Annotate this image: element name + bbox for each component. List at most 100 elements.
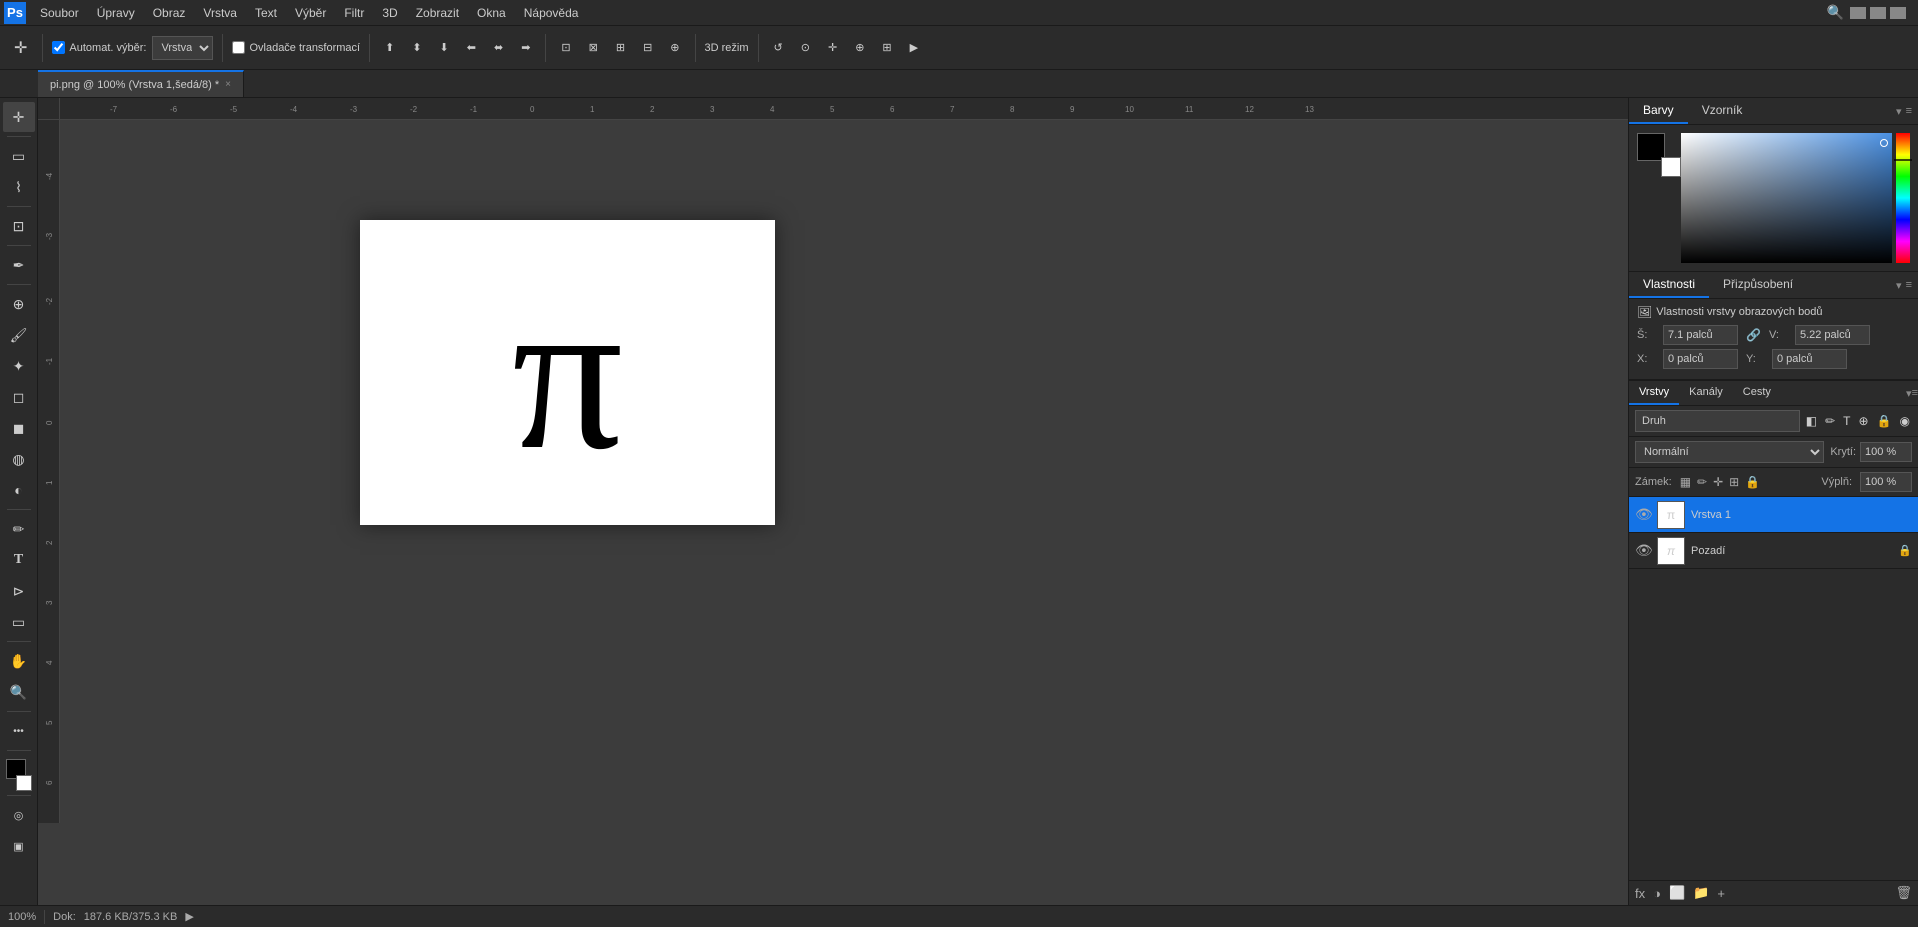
more-tools-btn[interactable]: ••• <box>3 716 35 746</box>
bg-color-preview[interactable] <box>1661 157 1681 177</box>
lock-artboard-btn[interactable]: ⊞ <box>1729 475 1739 489</box>
tab-prizpusobeni[interactable]: Přizpůsobení <box>1709 272 1807 298</box>
3d-pan-btn[interactable]: ✛ <box>822 38 843 57</box>
window-restore-btn[interactable] <box>1870 7 1886 19</box>
dodge-tool[interactable]: ◐ <box>3 475 35 505</box>
add-folder-btn[interactable]: 📁 <box>1693 885 1709 901</box>
align-top-btn[interactable]: ⬆ <box>379 38 400 57</box>
layers-search-input[interactable] <box>1635 410 1800 432</box>
distribute-3-btn[interactable]: ⊞ <box>610 38 631 57</box>
move-tool[interactable]: ✛ <box>3 102 35 132</box>
select-lasso-tool[interactable]: ⌇ <box>3 172 35 202</box>
shape-tool[interactable]: ▭ <box>3 607 35 637</box>
tab-cesty[interactable]: Cesty <box>1733 381 1781 405</box>
window-close-btn[interactable] <box>1890 7 1906 19</box>
layers-filter-3-btn[interactable]: T <box>1841 412 1852 430</box>
opacity-input[interactable] <box>1860 442 1912 462</box>
align-hcenter-btn[interactable]: ⬌ <box>488 38 509 57</box>
menu-3d[interactable]: 3D <box>374 4 405 22</box>
tab-barvy[interactable]: Barvy <box>1629 98 1688 124</box>
path-select-tool[interactable]: ⊳ <box>3 576 35 606</box>
align-bottom-btn[interactable]: ⬇ <box>434 38 455 57</box>
props-menu-btn[interactable]: ≡ <box>1906 279 1912 291</box>
stamp-tool[interactable]: ✦ <box>3 351 35 381</box>
layers-filter-5-btn[interactable]: 🔒 <box>1875 412 1894 430</box>
props-collapse-btn[interactable]: ▾ <box>1896 279 1902 292</box>
menu-napoveda[interactable]: Nápověda <box>516 4 587 22</box>
window-minimize-btn[interactable] <box>1850 7 1866 19</box>
add-adjustment-btn[interactable]: ◑ <box>1653 886 1661 901</box>
3d-rotate-btn[interactable]: ↺ <box>768 38 789 57</box>
menu-zobrazit[interactable]: Zobrazit <box>408 4 467 22</box>
document-tab[interactable]: pi.png @ 100% (Vrstva 1,šedá/8) * × <box>38 70 244 97</box>
panel-collapse-btn[interactable]: ▾ <box>1896 105 1902 118</box>
gradient-tool[interactable]: ◼ <box>3 413 35 443</box>
automat-checkbox[interactable] <box>52 41 65 54</box>
3d-slide-btn[interactable]: ⊕ <box>849 38 870 57</box>
menu-vyber[interactable]: Výběr <box>287 4 334 22</box>
doc-arrow[interactable]: ▶ <box>185 910 193 923</box>
crop-tool[interactable]: ⊡ <box>3 211 35 241</box>
layer-vis-1[interactable]: 👁 <box>1635 542 1651 559</box>
panel-menu-btn[interactable]: ≡ <box>1906 105 1912 117</box>
link-icon[interactable]: 🔗 <box>1746 328 1761 342</box>
distribute-1-btn[interactable]: ⊡ <box>555 38 576 57</box>
tab-vzornik[interactable]: Vzorník <box>1688 98 1757 124</box>
blend-mode-select[interactable]: Normální <box>1635 441 1824 463</box>
lock-position-btn[interactable]: ✛ <box>1713 475 1723 489</box>
bg-color-swatch[interactable] <box>16 775 32 791</box>
menu-soubor[interactable]: Soubor <box>32 4 87 22</box>
transform-checkbox-label[interactable]: Ovladače transformací <box>232 41 360 54</box>
tab-vlastnosti[interactable]: Vlastnosti <box>1629 272 1709 298</box>
align-vcenter-btn[interactable]: ⬍ <box>406 38 427 57</box>
brush-tool[interactable]: 🖌 <box>3 320 35 350</box>
move-tool-options[interactable]: ✛ <box>8 35 33 61</box>
prop-s-input[interactable] <box>1663 325 1738 345</box>
delete-layer-btn[interactable]: 🗑 <box>1895 885 1912 901</box>
eraser-tool[interactable]: ◻ <box>3 382 35 412</box>
layers-filter-1-btn[interactable]: ◧ <box>1804 412 1819 430</box>
layer-select[interactable]: Vrstva <box>152 36 213 60</box>
3d-video-btn[interactable]: ▶ <box>904 38 924 57</box>
tab-vrstvy[interactable]: Vrstvy <box>1629 381 1679 405</box>
select-rect-tool[interactable]: ▭ <box>3 141 35 171</box>
add-mask-btn[interactable]: ⬜ <box>1669 885 1685 901</box>
layers-filter-2-btn[interactable]: ✏ <box>1823 412 1837 430</box>
distribute-2-btn[interactable]: ⊠ <box>583 38 604 57</box>
menu-okna[interactable]: Okna <box>469 4 514 22</box>
lock-transparency-btn[interactable]: ▦ <box>1680 475 1691 489</box>
layer-item-0[interactable]: 👁 π Vrstva 1 <box>1629 497 1918 533</box>
blur-tool[interactable]: ◍ <box>3 444 35 474</box>
prop-x-input[interactable] <box>1663 349 1738 369</box>
pen-tool[interactable]: ✏ <box>3 514 35 544</box>
3d-scale-btn[interactable]: ⊞ <box>876 38 897 57</box>
transform-checkbox[interactable] <box>232 41 245 54</box>
search-icon[interactable]: 🔍 <box>1821 4 1850 21</box>
quick-mask-btn[interactable]: ◎ <box>3 800 35 830</box>
lock-paint-btn[interactable]: ✏ <box>1697 475 1707 489</box>
fx-btn[interactable]: fx <box>1635 886 1645 901</box>
menu-obraz[interactable]: Obraz <box>145 4 194 22</box>
layer-vis-0[interactable]: 👁 <box>1635 506 1651 523</box>
menu-vrstva[interactable]: Vrstva <box>195 4 245 22</box>
layer-item-1[interactable]: 👁 π Pozadí 🔒 <box>1629 533 1918 569</box>
eyedropper-tool[interactable]: ✒ <box>3 250 35 280</box>
align-left-btn[interactable]: ⬅ <box>461 38 482 57</box>
3d-orbit-btn[interactable]: ⊙ <box>795 38 816 57</box>
menu-text[interactable]: Text <box>247 4 285 22</box>
healing-tool[interactable]: ⊕ <box>3 289 35 319</box>
text-tool[interactable]: T <box>3 545 35 575</box>
menu-upravy[interactable]: Úpravy <box>89 4 143 22</box>
tab-kanaly[interactable]: Kanály <box>1679 381 1733 405</box>
distribute-4-btn[interactable]: ⊟ <box>637 38 658 57</box>
layers-menu-btn[interactable]: ≡ <box>1912 387 1918 399</box>
tab-close-btn[interactable]: × <box>225 79 231 90</box>
lock-all-btn[interactable]: 🔒 <box>1745 475 1760 489</box>
menu-filtr[interactable]: Filtr <box>336 4 372 22</box>
screen-mode-btn[interactable]: ▣ <box>3 831 35 861</box>
color-spectrum-strip[interactable] <box>1896 133 1910 263</box>
align-right-btn[interactable]: ➡ <box>515 38 536 57</box>
hand-tool[interactable]: ✋ <box>3 646 35 676</box>
layers-filter-4-btn[interactable]: ⊕ <box>1857 412 1871 430</box>
zoom-tool[interactable]: 🔍 <box>3 677 35 707</box>
